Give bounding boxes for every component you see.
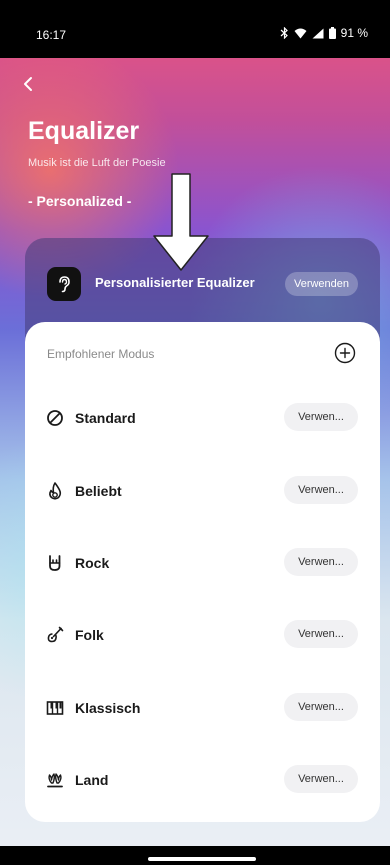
battery-level: 91 % [340,26,368,40]
mode-label: Land [75,772,109,788]
equalizer-screen: 16:17 91 % Equalizer Musik ist die Luft … [0,0,390,865]
back-button[interactable] [18,72,42,96]
piano-icon [46,701,64,715]
navigation-bar [0,846,390,865]
page-subtitle: Musik ist die Luft der Poesie [28,157,166,169]
status-bar: 16:17 91 % [0,0,390,58]
mode-label: Folk [75,627,104,643]
home-indicator[interactable] [148,857,256,861]
battery-icon [328,27,336,39]
mode-label: Standard [75,410,136,426]
mode-use-button[interactable]: Verwen... [284,693,358,721]
mode-row-land: Land Verwen... [25,760,380,800]
country-icon [47,773,63,788]
page-title: Equalizer [28,117,140,145]
mode-label: Klassisch [75,700,141,716]
mode-row-folk: Folk Verwen... [25,615,380,655]
mode-row-klassisch: Klassisch Verwen... [25,688,380,728]
flame-icon [49,482,62,500]
circle-slash-icon [47,410,63,426]
mode-label: Rock [75,555,110,571]
bluetooth-icon [280,27,288,39]
personalized-eq-label: Personalisierter Equalizer [95,275,255,290]
recommended-label: Empfohlener Modus [47,347,155,361]
mode-use-button[interactable]: Verwen... [284,548,358,576]
mode-row-beliebt: Beliebt Verwen... [25,471,380,511]
mode-use-button[interactable]: Verwen... [284,403,358,431]
personalized-eq-icon [47,267,81,301]
section-label: - Personalized - [28,193,132,209]
rock-hand-icon [49,555,61,571]
guitar-icon [47,626,64,643]
mode-row-standard: Standard Verwen... [25,398,380,438]
chevron-left-icon [24,77,32,91]
wifi-icon [294,28,307,38]
status-time: 16:17 [36,28,67,42]
mode-label: Beliebt [75,483,122,499]
mode-use-button[interactable]: Verwen... [284,620,358,648]
personalized-use-button[interactable]: Verwenden [285,272,358,296]
down-arrow-icon [153,173,209,271]
ear-icon [59,276,70,293]
mode-row-rock: Rock Verwen... [25,543,380,583]
signal-icon [312,28,324,38]
add-mode-button[interactable] [334,342,356,364]
mode-use-button[interactable]: Verwen... [284,476,358,504]
status-icons: 91 % [280,26,368,40]
mode-use-button[interactable]: Verwen... [284,765,358,793]
plus-circle-icon [334,342,356,364]
